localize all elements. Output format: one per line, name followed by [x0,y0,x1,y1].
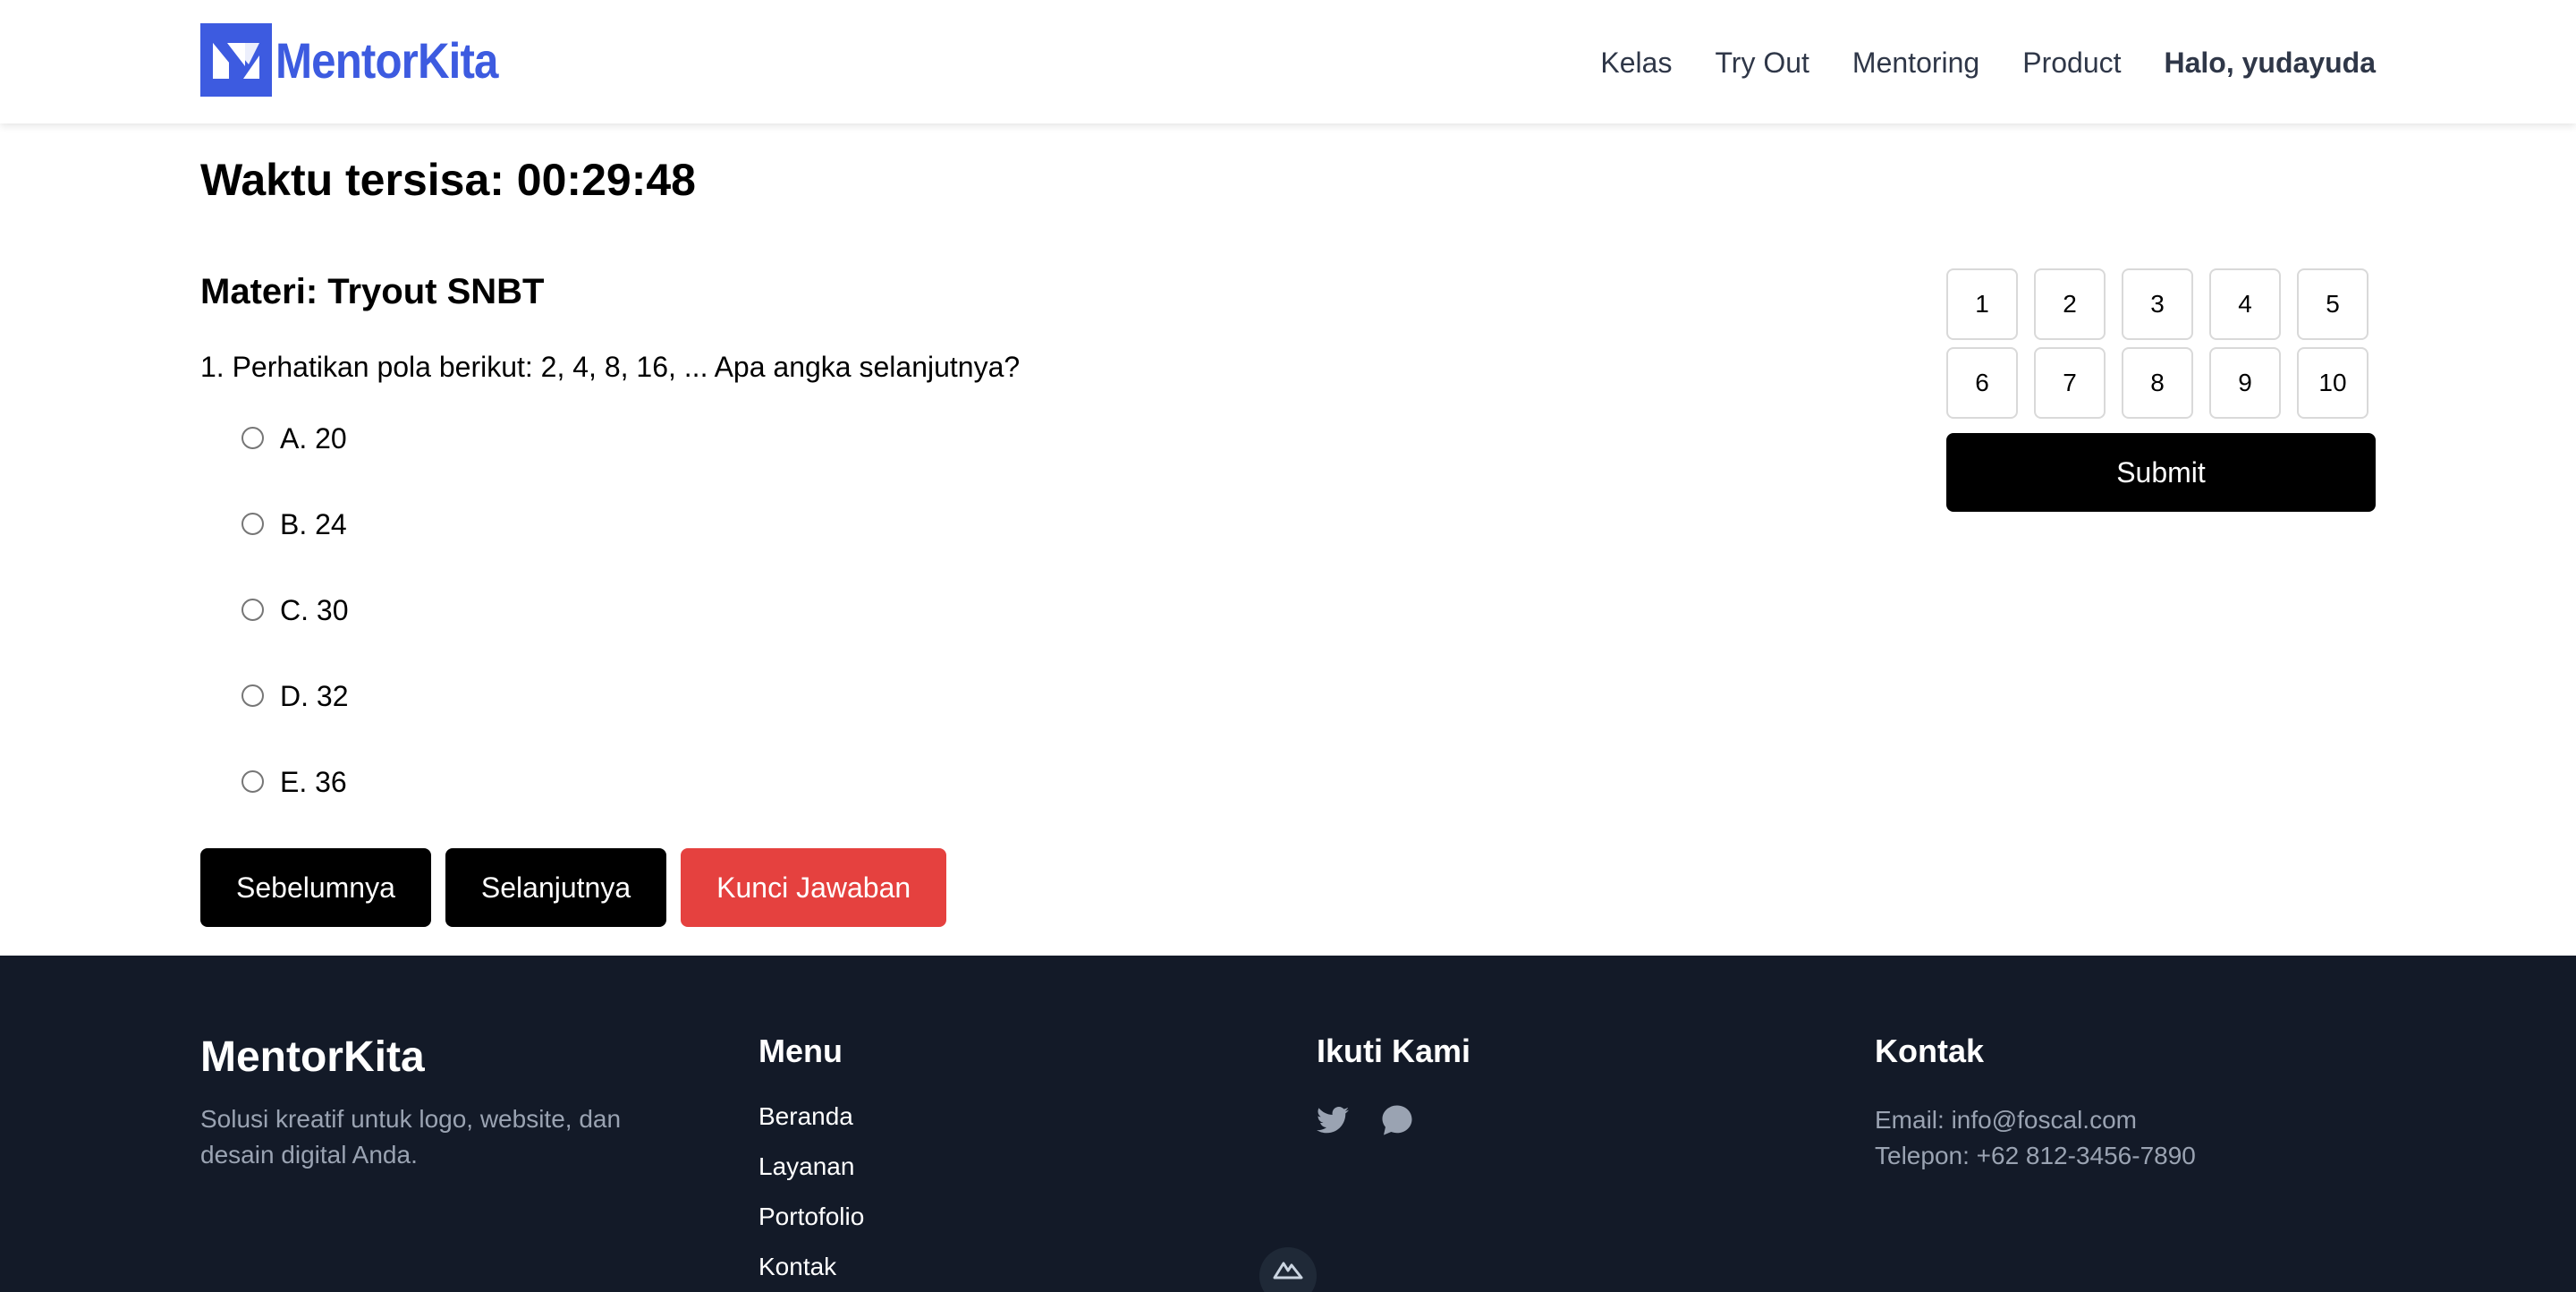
user-greeting[interactable]: Halo, yudayuda [2165,47,2377,80]
option-b[interactable]: B. 24 [242,506,348,542]
nav-kelas[interactable]: Kelas [1600,47,1672,80]
contact-phone: Telepon: +62 812-3456-7890 [1875,1142,2196,1169]
radio-button[interactable] [242,598,264,621]
footer: MentorKita Solusi kreatif untuk logo, we… [0,956,2576,1292]
question-number-grid: 1 2 3 4 5 6 7 8 9 10 [1946,268,2368,419]
question-number-button[interactable]: 7 [2034,347,2106,419]
radio-button[interactable] [242,426,264,449]
question-number-button[interactable]: 10 [2297,347,2368,419]
subject-title: Materi: Tryout SNBT [200,272,545,311]
countdown-timer: Waktu tersisa: 00:29:48 [200,155,696,205]
question-number-button[interactable]: 9 [2209,347,2281,419]
next-button[interactable]: Selanjutnya [445,848,667,927]
twitter-icon[interactable] [1317,1107,1349,1138]
footer-contact-title: Kontak [1875,1033,1985,1069]
logo-mark-icon [200,23,272,97]
question-number-button[interactable]: 4 [2209,268,2281,340]
option-label: E. 36 [280,765,347,798]
main-nav: Kelas Try Out Mentoring Product Halo, yu… [1600,36,2376,89]
top-navbar: MentorKita Kelas Try Out Mentoring Produ… [0,0,2576,123]
footer-link-layanan[interactable]: Layanan [758,1152,864,1203]
option-label: B. 24 [280,507,347,540]
question-number-button[interactable]: 2 [2034,268,2106,340]
footer-social-column: Ikuti Kami [1317,1033,1470,1141]
footer-link-beranda[interactable]: Beranda [758,1102,864,1152]
option-e[interactable]: E. 36 [242,764,348,800]
nav-product[interactable]: Product [2022,47,2121,80]
footer-follow-title: Ikuti Kami [1317,1033,1471,1069]
footer-menu-list: Beranda Layanan Portofolio Kontak [758,1102,864,1292]
contact-email: Email: info@foscal.com [1875,1106,2137,1134]
radio-button[interactable] [242,512,264,535]
question-number-button[interactable]: 8 [2122,347,2193,419]
contact-info: Email: info@foscal.com Telepon: +62 812-… [1875,1102,2196,1174]
radio-button[interactable] [242,684,264,707]
nav-try-out[interactable]: Try Out [1715,47,1809,80]
footer-menu-column: Menu Beranda Layanan Portofolio Kontak [758,1033,864,1292]
question-number-button[interactable]: 3 [2122,268,2193,340]
answer-key-button[interactable]: Kunci Jawaban [681,848,947,927]
footer-menu-title: Menu [758,1033,843,1069]
option-label: C. 30 [280,593,349,626]
nav-mentoring[interactable]: Mentoring [1852,47,1979,80]
option-label: D. 32 [280,679,349,712]
footer-brand-column: MentorKita Solusi kreatif untuk logo, we… [200,1033,701,1173]
footer-brand: MentorKita [200,1033,425,1081]
previous-button[interactable]: Sebelumnya [200,848,431,927]
question-number-button[interactable]: 6 [1946,347,2018,419]
option-c[interactable]: C. 30 [242,592,348,628]
option-label: A. 20 [280,421,347,455]
footer-link-kontak[interactable]: Kontak [758,1253,864,1292]
submit-button[interactable]: Submit [1946,433,2376,512]
social-links [1317,1104,1470,1141]
question-number-button[interactable]: 1 [1946,268,2018,340]
footer-description: Solusi kreatif untuk logo, website, dan … [200,1105,622,1169]
footer-link-portofolio[interactable]: Portofolio [758,1203,864,1253]
question-number-button[interactable]: 5 [2297,268,2368,340]
radio-button[interactable] [242,769,264,793]
footer-contact-column: Kontak Email: info@foscal.com Telepon: +… [1875,1033,2196,1174]
question-text: 1. Perhatikan pola berikut: 2, 4, 8, 16,… [200,351,1021,383]
chat-bubble-icon[interactable] [1381,1104,1413,1141]
option-a[interactable]: A. 20 [242,421,348,456]
answer-options: A. 20 B. 24 C. 30 D. 32 E. 36 [242,421,348,850]
brand-logo[interactable]: MentorKita [200,23,528,97]
brand-name: MentorKita [275,31,498,89]
question-nav-buttons: Sebelumnya Selanjutnya Kunci Jawaban [200,848,947,927]
option-d[interactable]: D. 32 [242,678,348,714]
